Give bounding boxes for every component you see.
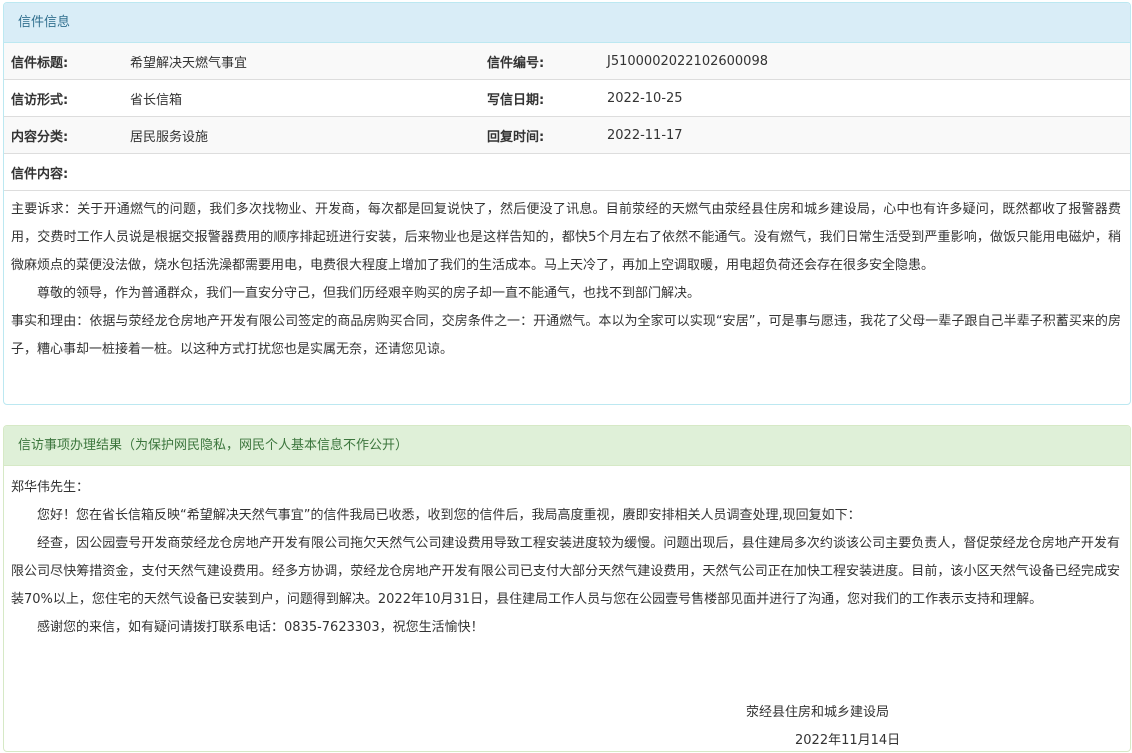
petition-form-value: 省长信箱 <box>130 79 487 117</box>
reply-time-label: 回复时间: <box>487 116 607 154</box>
table-row: 内容分类: 居民服务设施 回复时间: 2022-11-17 <box>4 116 1130 154</box>
table-row: 信访形式: 省长信箱 写信日期: 2022-10-25 <box>4 79 1130 117</box>
write-date-value: 2022-10-25 <box>607 79 1130 117</box>
write-date-label: 写信日期: <box>487 79 607 117</box>
letter-number-label: 信件编号: <box>487 43 607 80</box>
table-row: 信件标题: 希望解决天燃气事宜 信件编号: J51000020221026000… <box>4 43 1130 80</box>
letter-title-value: 希望解决天燃气事宜 <box>130 43 487 80</box>
signature-date: 2022年11月14日 <box>795 733 901 748</box>
letter-number-value: J5100002022102600098 <box>607 43 1130 80</box>
letter-paragraph: 尊敬的领导，作为普通群众，我们一直安分守己，但我们历经艰辛购买的房子却一直不能通… <box>37 286 701 301</box>
reply-paragraph: 感谢您的来信，如有疑问请拨打联系电话：0835-7623303，祝您生活愉快！ <box>37 620 484 635</box>
reply-body: 郑华伟先生： 您好！您在省长信箱反映“希望解决天然气事宜”的信件我局已收悉，收到… <box>4 466 1130 642</box>
letter-info-heading: 信件信息 <box>4 3 1130 43</box>
result-panel: 信访事项办理结果（为保护网民隐私，网民个人基本信息不作公开） 郑华伟先生： 您好… <box>3 425 1131 752</box>
letter-paragraph: 事实和理由：依据与荥经龙仓房地产开发有限公司签定的商品房购买合同，交房条件之一：… <box>11 314 1121 357</box>
signature-organization: 荥经县住房和城乡建设局 <box>746 705 890 720</box>
petition-form-label: 信访形式: <box>4 79 130 117</box>
content-category-value: 居民服务设施 <box>130 116 487 154</box>
reply-salutation: 郑华伟先生： <box>11 480 90 495</box>
reply-time-value: 2022-11-17 <box>607 116 1130 154</box>
letter-content-label: 信件内容: <box>4 153 1130 191</box>
content-category-label: 内容分类: <box>4 116 130 154</box>
reply-paragraph: 您好！您在省长信箱反映“希望解决天然气事宜”的信件我局已收悉，收到您的信件后，我… <box>37 508 861 523</box>
table-row: 信件内容: <box>4 153 1130 191</box>
letter-paragraph: 主要诉求：关于开通燃气的问题，我们多次找物业、开发商，每次都是回复说快了，然后便… <box>11 202 1121 273</box>
letter-title-label: 信件标题: <box>4 43 130 80</box>
result-heading: 信访事项办理结果（为保护网民隐私，网民个人基本信息不作公开） <box>4 426 1130 466</box>
letter-info-table: 信件标题: 希望解决天燃气事宜 信件编号: J51000020221026000… <box>4 43 1130 191</box>
letter-content-body: 主要诉求：关于开通燃气的问题，我们多次找物业、开发商，每次都是回复说快了，然后便… <box>4 196 1130 364</box>
letter-info-panel: 信件信息 信件标题: 希望解决天燃气事宜 信件编号: J510000202210… <box>3 2 1131 405</box>
reply-paragraph: 经查，因公园壹号开发商荥经龙仓房地产开发有限公司拖欠天然气公司建设费用导致工程安… <box>11 536 1120 607</box>
